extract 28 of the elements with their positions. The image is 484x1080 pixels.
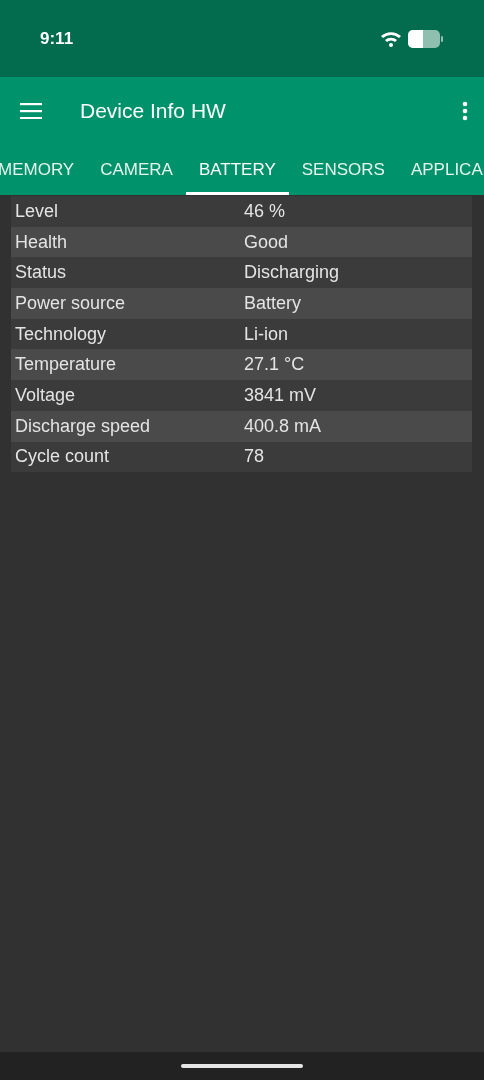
row-label: Status xyxy=(15,262,68,284)
row-value: 46 % xyxy=(244,200,287,222)
row-value: Good xyxy=(244,231,290,253)
row-label: Power source xyxy=(15,292,127,314)
row-label: Voltage xyxy=(15,384,77,406)
row-label: Temperature xyxy=(15,354,118,376)
row-value: Battery xyxy=(244,292,303,314)
wifi-icon xyxy=(380,30,402,47)
row-value: 78 xyxy=(244,446,266,468)
row-label: Cycle count xyxy=(15,446,111,468)
more-options-icon[interactable] xyxy=(462,101,468,121)
battery-icon xyxy=(408,29,444,48)
row-value: 3841 mV xyxy=(244,384,318,406)
clock: 9:11 xyxy=(40,28,74,49)
row-value: Li-ion xyxy=(244,323,290,345)
row-label: Technology xyxy=(15,323,108,345)
tab[interactable]: CAMERA xyxy=(87,145,186,195)
app-title: Device Info HW xyxy=(80,99,227,123)
row-value: 400.8 mA xyxy=(244,415,323,437)
row-value: Discharging xyxy=(244,262,341,284)
tab[interactable]: MEMORY xyxy=(0,145,88,195)
tab[interactable]: APPLICA xyxy=(397,145,484,195)
row-label: Level xyxy=(15,200,60,222)
row-label: Discharge speed xyxy=(15,415,152,437)
row-value: 27.1 °C xyxy=(244,354,306,376)
row-label: Health xyxy=(15,231,69,253)
tab[interactable]: SENSORS xyxy=(288,145,398,195)
menu-icon[interactable] xyxy=(20,103,42,119)
